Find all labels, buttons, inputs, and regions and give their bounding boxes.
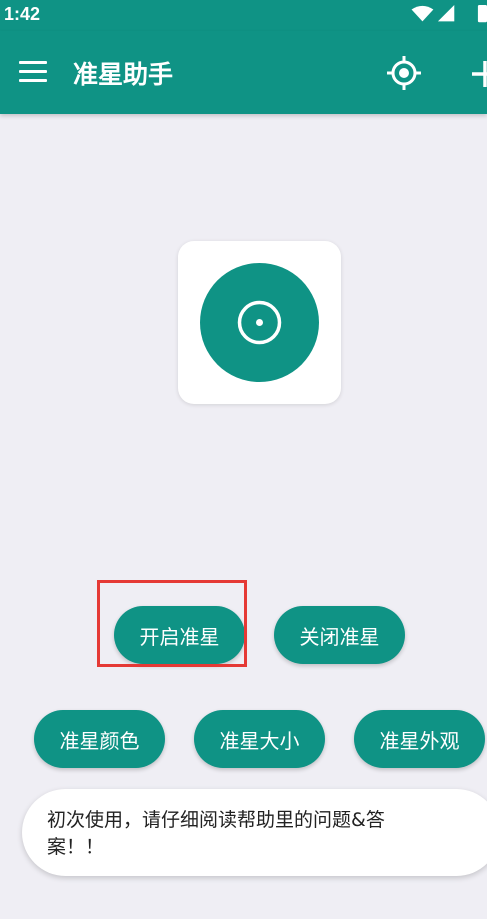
status-bar: 1:42 [0,0,487,31]
app-bar: 准星助手 [0,31,487,114]
add-icon[interactable] [470,59,487,89]
menu-icon[interactable] [19,61,47,85]
toast-text: 初次使用，请仔细阅读帮助里的问题&答案！！ [47,809,385,858]
toast-message: 初次使用，请仔细阅读帮助里的问题&答案！！ [22,789,487,876]
crosshair-appearance-button[interactable]: 准星外观 [354,710,485,768]
wifi-icon [411,5,434,22]
crosshair-size-button[interactable]: 准星大小 [194,710,325,768]
target-icon[interactable] [386,55,422,91]
app-title: 准星助手 [73,60,174,89]
status-icons [411,5,487,23]
crosshair-color-button[interactable]: 准星颜色 [34,710,165,768]
battery-icon [477,5,487,23]
disable-crosshair-button[interactable]: 关闭准星 [274,606,405,664]
signal-icon [437,5,455,22]
status-time: 1:42 [4,4,41,24]
crosshair-target-icon [237,300,282,345]
crosshair-preview-card [178,241,341,404]
crosshair-preview-circle [200,263,319,382]
enable-crosshair-button[interactable]: 开启准星 [114,606,245,664]
